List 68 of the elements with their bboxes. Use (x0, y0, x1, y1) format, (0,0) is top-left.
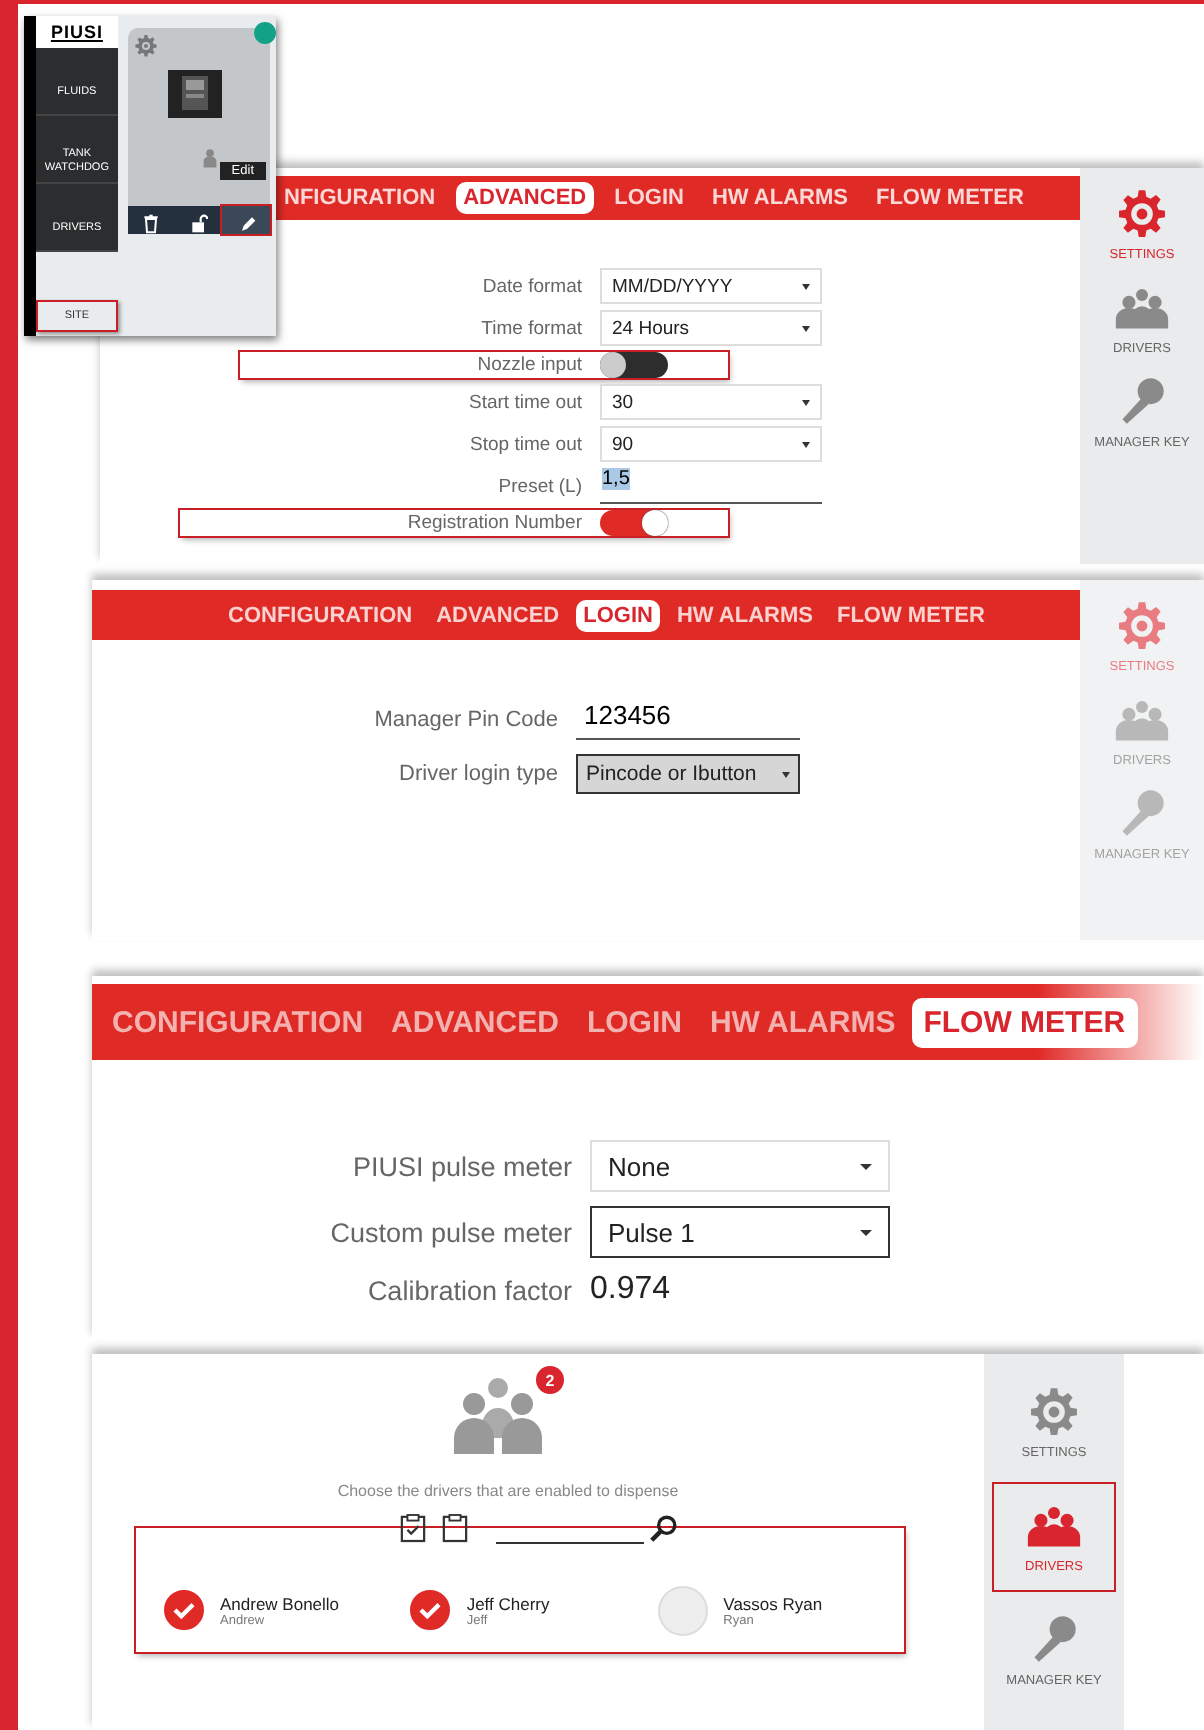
field-label: Manager Pin Code (372, 708, 558, 732)
field-label: Stop time out (468, 433, 582, 455)
field-label: PIUSI pulse meter (350, 1151, 572, 1181)
dropdown[interactable]: Pulse 1 (590, 1206, 890, 1258)
tab[interactable]: LOGIN (575, 599, 661, 631)
tab[interactable]: FLOW METER (828, 599, 993, 631)
field-label: Registration Number (405, 512, 582, 534)
field-label: Date format (480, 275, 582, 297)
logo: PIUSI (36, 16, 118, 48)
driver-name: Vassos Ryan (723, 1593, 823, 1613)
caret-icon (860, 1163, 872, 1169)
tab[interactable]: HW ALARMS (668, 599, 821, 631)
toggle-switch[interactable] (600, 510, 668, 536)
tab[interactable]: LOGIN (574, 997, 694, 1047)
tab[interactable]: FLOW METER (867, 182, 1032, 214)
input-field[interactable]: 1,5 (600, 468, 822, 504)
field-value: 0.974 (590, 1272, 671, 1308)
field-label: Nozzle input (475, 354, 582, 376)
gear-icon (1113, 188, 1170, 240)
dropdown[interactable]: MM/DD/YYYY (600, 268, 822, 304)
dropdown[interactable]: Pincode or Ibutton (576, 754, 800, 794)
tab[interactable]: LOGIN (606, 182, 692, 214)
pen-button[interactable] (222, 206, 271, 234)
input-field[interactable]: 123456 (576, 700, 800, 740)
tab[interactable]: ADVANCED (428, 599, 568, 631)
people-icon (448, 1374, 548, 1454)
tab[interactable]: CONFIGURATION (220, 599, 421, 631)
field-label: Calibration factor (365, 1275, 572, 1305)
field-label: Driver login type (397, 762, 558, 786)
tab[interactable]: HW ALARMS (697, 997, 908, 1047)
device-drawing (165, 68, 226, 120)
caret-icon (860, 1229, 872, 1235)
tab[interactable]: FLOW METER (911, 997, 1138, 1047)
caret-icon (802, 325, 810, 331)
gear-icon (133, 34, 158, 58)
caret-icon (782, 771, 790, 777)
padlock-icon (189, 214, 208, 234)
tab[interactable]: CONFIGURATION (100, 997, 376, 1047)
field-label: Custom pulse meter (328, 1217, 572, 1247)
check-circle[interactable] (164, 1590, 204, 1630)
gear-icon (1025, 1386, 1082, 1438)
search-icon[interactable] (648, 1514, 678, 1544)
caret-icon (802, 283, 810, 289)
count-badge: 2 (536, 1366, 564, 1394)
tab[interactable]: ADVANCED (455, 182, 595, 214)
tab[interactable]: HW ALARMS (703, 182, 856, 214)
field-label: Preset (L) (496, 475, 582, 497)
field-label: Time format (479, 317, 582, 339)
driver-name: Jeff Cherry (466, 1593, 550, 1613)
gear-icon (1113, 600, 1170, 652)
dropdown[interactable]: 24 Hours (600, 310, 822, 346)
instruction-text: Choose the drivers that are enabled to dispense (335, 1482, 681, 1500)
caret-icon (802, 441, 810, 447)
caret-icon (802, 399, 810, 405)
clipboard-check-icon[interactable] (400, 1512, 426, 1544)
tab[interactable]: NFIGURATION (276, 182, 444, 214)
toggle-switch[interactable] (600, 352, 668, 378)
dropdown[interactable]: 30 (600, 384, 822, 420)
driver-name: Andrew Bonello (220, 1593, 340, 1613)
check-circle[interactable] (410, 1590, 451, 1630)
field-label: Start time out (467, 391, 582, 413)
pen-icon (237, 214, 256, 234)
dropdown[interactable]: None (590, 1140, 890, 1192)
dropdown[interactable]: 90 (600, 426, 822, 462)
clipboard-icon[interactable] (442, 1512, 468, 1544)
tab[interactable]: ADVANCED (379, 997, 571, 1047)
trash-icon (142, 214, 161, 234)
person-icon (201, 148, 218, 168)
